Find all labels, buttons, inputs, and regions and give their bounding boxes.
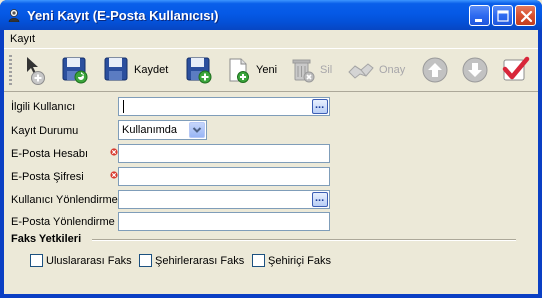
email-password-input[interactable] [118, 167, 330, 186]
new-record-button[interactable] [22, 55, 52, 85]
save-button-label[interactable]: Kaydet [134, 64, 168, 76]
text-caret [123, 100, 124, 113]
required-icon [110, 171, 118, 179]
email-redirect-label: E-Posta Yönlendirme [11, 216, 115, 228]
user-redirect-input[interactable]: ... [118, 190, 330, 209]
local-fax-checkbox[interactable] [252, 254, 265, 267]
local-fax-label[interactable]: Şehiriçi Faks [268, 255, 331, 267]
save-new-button[interactable] [184, 55, 214, 85]
delete-button[interactable] [288, 55, 318, 85]
new-document-icon [229, 58, 249, 83]
approve-button[interactable] [346, 55, 376, 85]
ellipsis-icon: ... [315, 99, 325, 111]
delete-button-label[interactable]: Sil [320, 64, 332, 76]
menu-bar: Kayıt [4, 30, 538, 47]
record-status-value: Kullanımda [122, 124, 178, 136]
close-icon [520, 10, 533, 23]
title-bar[interactable]: Yeni Kayıt (E-Posta Kullanıcısı) [0, 0, 542, 30]
international-fax-label[interactable]: Uluslararası Faks [46, 255, 132, 267]
record-status-label: Kayıt Durumu [11, 125, 79, 137]
save-button[interactable] [102, 55, 132, 85]
intercity-fax-label[interactable]: Şehirlerarası Faks [155, 255, 244, 267]
minimize-button[interactable] [469, 5, 490, 26]
chevron-down-icon [192, 127, 202, 133]
user-redirect-label: Kullanıcı Yönlendirme [11, 194, 118, 206]
menu-kayit[interactable]: Kayıt [10, 33, 35, 45]
save-icon [62, 57, 88, 84]
window-client-area: Kayıt Kaydet Yeni Sil Onay İlgili Kullan… [4, 30, 538, 294]
new-button[interactable] [224, 55, 254, 85]
window-frame: Yeni Kayıt (E-Posta Kullanıcısı) Kayıt K… [0, 0, 542, 298]
close-button[interactable] [515, 5, 536, 26]
maximize-icon [497, 10, 509, 22]
new-record-icon [27, 57, 45, 85]
window-title: Yeni Kayıt (E-Posta Kullanıcısı) [27, 8, 219, 23]
delete-icon [292, 59, 315, 83]
check-icon [502, 56, 530, 81]
move-down-button[interactable] [460, 55, 490, 85]
move-up-button[interactable] [420, 55, 450, 85]
dropdown-button[interactable] [189, 122, 205, 138]
down-arrow-icon [462, 57, 488, 83]
email-redirect-input[interactable] [118, 212, 330, 231]
user-redirect-browse-button[interactable]: ... [312, 192, 328, 207]
approve-icon [348, 63, 374, 79]
up-arrow-icon [422, 57, 448, 83]
international-fax-checkbox[interactable] [30, 254, 43, 267]
save-icon [104, 57, 128, 81]
minimize-icon [475, 19, 482, 22]
email-password-label: E-Posta Şifresi [11, 171, 84, 183]
group-divider [92, 239, 516, 241]
approve-button-label[interactable]: Onay [379, 64, 405, 76]
ellipsis-icon: ... [315, 192, 325, 204]
app-icon [8, 9, 20, 22]
toolbar-grip[interactable] [9, 55, 12, 85]
maximize-button[interactable] [492, 5, 513, 26]
related-user-input[interactable]: ... [118, 97, 330, 116]
confirm-button[interactable] [500, 55, 530, 85]
intercity-fax-checkbox[interactable] [139, 254, 152, 267]
save-button-1[interactable] [60, 55, 90, 85]
required-icon [110, 148, 118, 156]
email-account-label: E-Posta Hesabı [11, 148, 89, 160]
related-user-label: İlgili Kullanıcı [11, 101, 76, 113]
related-user-browse-button[interactable]: ... [312, 99, 328, 114]
fax-permissions-title: Faks Yetkileri [11, 233, 82, 245]
save-new-icon [186, 57, 212, 84]
record-status-select[interactable]: Kullanımda [118, 120, 207, 140]
email-account-input[interactable] [118, 144, 330, 163]
new-button-label[interactable]: Yeni [256, 64, 277, 76]
toolbar: Kaydet Yeni Sil Onay [4, 48, 538, 92]
